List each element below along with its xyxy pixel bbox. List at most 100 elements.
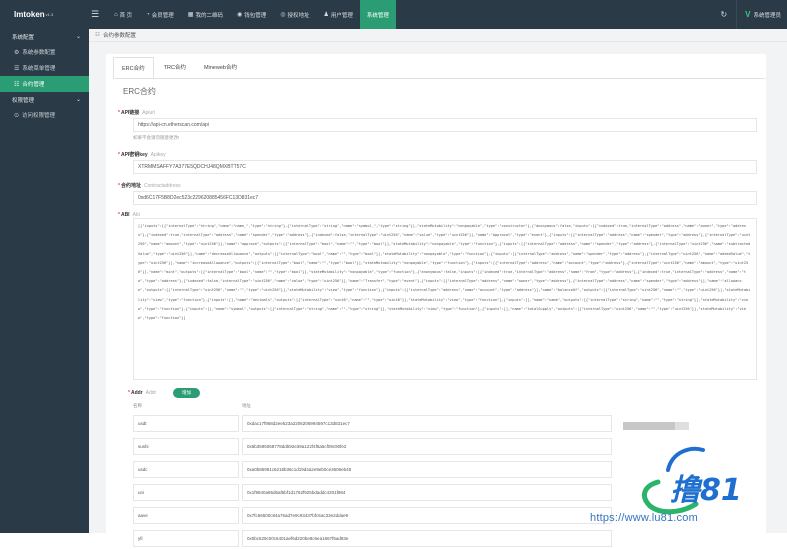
brand-logo[interactable]: Imtoken v1.3 xyxy=(0,0,89,29)
token-name-input[interactable]: aave xyxy=(133,507,239,524)
top-nav-item[interactable]: ⌂ 首 页 xyxy=(107,0,139,29)
sidebar-list-system: ⚙ 系统参数配置 ☰ 系统菜单管理 ☷ 合约管理 xyxy=(0,44,89,92)
sidebar: 系统配置 ⌄ ⚙ 系统参数配置 ☰ 系统菜单管理 ☷ 合约管理 权限管理 ⌄ ⊙ 访问权限管… xyxy=(0,29,89,533)
record-icon: ◉ xyxy=(236,12,243,18)
target-icon: ◎ xyxy=(280,12,286,18)
top-nav-label: 我的二维码 xyxy=(195,12,223,19)
required-mark: * xyxy=(118,183,120,189)
top-nav-item[interactable]: ◔ 会员管理 xyxy=(139,0,181,29)
sidebar-item[interactable]: ⚙ 系统参数配置 xyxy=(0,44,89,60)
required-mark: * xyxy=(128,390,130,396)
sidebar-group-permission[interactable]: 权限管理 ⌄ xyxy=(0,92,89,107)
topbar-right: ↻ V 系统管理员 xyxy=(711,0,787,29)
contract-tab[interactable]: ERC合约 xyxy=(113,57,154,79)
contract-tabs: ERC合约 TRC合约 Mineweb合约 xyxy=(113,57,247,79)
user-icon: ♟ xyxy=(323,12,329,18)
contract-address-label-en: Contractaddress xyxy=(143,183,181,189)
top-nav: ⌂ 首 页 ◔ 会员管理 ▦ 我的二维码 ◉ 钱包管理 ◎ 授权地址 ♟ 用户管理 系统管理 xyxy=(107,0,396,29)
sidebar-group-system[interactable]: 系统配置 ⌄ xyxy=(0,29,89,44)
admin-menu[interactable]: V 系统管理员 xyxy=(736,0,787,29)
watermark-logo-text: 撸81 xyxy=(670,473,742,508)
gear-icon: ⚙ xyxy=(14,49,20,56)
home-icon: ⌂ xyxy=(114,11,118,18)
chevron-down-icon: ⌄ xyxy=(75,34,81,40)
contract-tab[interactable]: TRC合约 xyxy=(156,57,194,79)
required-mark: * xyxy=(118,212,120,218)
section-title: ERC合约 xyxy=(123,87,156,96)
top-nav-label: 会员管理 xyxy=(151,12,174,19)
contract-address-input[interactable]: 0xd6C17F5B8D2ec523c229620885456FC13D831e… xyxy=(133,191,757,205)
tab-divider xyxy=(113,78,765,79)
token-name-input[interactable]: uni xyxy=(133,484,239,501)
token-name-input[interactable]: usdc xyxy=(133,461,239,478)
add-address-button[interactable]: 增加 xyxy=(173,388,200,398)
required-mark: * xyxy=(118,152,120,158)
required-mark: * xyxy=(118,110,120,116)
top-nav-item[interactable]: 系统管理 xyxy=(359,0,396,29)
api-url-label-text: API链接 xyxy=(120,110,140,116)
token-address-input[interactable]: 0x6b3595068778dd592e39a122f4f5a5cf09c90f… xyxy=(242,438,612,455)
api-key-input[interactable]: XTRMMSAFFY7A377E5QDCHJ48QMXBTT57C xyxy=(133,160,757,174)
chevron-down-icon: ⌄ xyxy=(75,97,81,103)
brand-name: Imtoken xyxy=(14,10,45,19)
watermark-url: https://www.lu81.com xyxy=(590,512,698,524)
top-navbar: Imtoken v1.3 ☰ ⌂ 首 页 ◔ 会员管理 ▦ 我的二维码 ◉ 钱包管理 ◎ 授权地址 ♟… xyxy=(0,0,787,29)
sidebar-item-label: 合约管理 xyxy=(22,82,45,88)
sidebar-item-label: 访问权限管理 xyxy=(22,113,56,119)
top-nav-label: 用户管理 xyxy=(330,12,353,19)
breadcrumb: ☷ 合约参数配置 xyxy=(89,29,787,42)
sidebar-list-permission: ⊙ 访问权限管理 xyxy=(0,107,89,123)
addr-label-text: Addr xyxy=(130,390,143,396)
top-nav-label: 授权地址 xyxy=(287,12,310,19)
addr-label: *Addr Addr xyxy=(128,390,156,396)
top-nav-item[interactable]: ♟ 用户管理 xyxy=(317,0,360,29)
abi-textarea[interactable]: [{"inputs":[{"internalType":"string","na… xyxy=(133,218,757,380)
api-key-label: *API密钥key Apikey xyxy=(118,151,166,158)
admin-label: 系统管理员 xyxy=(753,12,781,19)
sidebar-item[interactable]: ⊙ 访问权限管理 xyxy=(0,107,89,123)
sidebar-item-label: 系统菜单管理 xyxy=(22,66,56,72)
api-url-label: *API链接 Apiurl xyxy=(118,109,155,116)
contract-address-label: *合约地址 Contractaddress xyxy=(118,182,181,189)
api-key-label-en: Apikey xyxy=(150,152,166,158)
abi-label-text: ABI xyxy=(120,212,130,218)
token-name-input[interactable]: usdt xyxy=(133,415,239,432)
watermark-blur xyxy=(623,422,675,430)
top-nav-label: 系统管理 xyxy=(366,12,389,19)
token-address-input[interactable]: 0x1f9840a85d5af5bf1d1762f925bdaddc4201f9… xyxy=(242,484,612,501)
sidebar-group-label: 系统配置 xyxy=(12,34,35,41)
top-nav-item[interactable]: ◉ 钱包管理 xyxy=(230,0,273,29)
circle-icon: ◔ xyxy=(146,11,150,18)
token-name-input[interactable]: sushi xyxy=(133,438,239,455)
sidebar-item[interactable]: ☷ 合约管理 xyxy=(0,76,89,92)
api-key-label-text: API密钥key xyxy=(120,152,148,158)
top-nav-label: 钱包管理 xyxy=(244,12,267,19)
qrcode-icon: ▦ xyxy=(187,12,194,18)
contract-address-label-text: 合约地址 xyxy=(120,183,141,189)
contract-icon: ☷ xyxy=(14,81,20,88)
top-nav-item[interactable]: ◎ 授权地址 xyxy=(273,0,316,29)
menu-toggle-icon[interactable]: ☰ xyxy=(89,9,101,20)
shield-icon: ⊙ xyxy=(14,112,20,119)
token-address-input[interactable]: 0x7fc66500c84a76ad7e9c93437bfc5ac33e2dda… xyxy=(242,507,612,524)
column-header-name: 名称 xyxy=(133,403,142,408)
token-address-input[interactable]: 0xdac17f958d2ee523a2206206994597c13d831e… xyxy=(242,415,612,432)
admin-logo-icon: V xyxy=(745,10,751,19)
brand-version: v1.3 xyxy=(45,12,54,17)
refresh-icon[interactable]: ↻ xyxy=(711,10,736,19)
token-address-input[interactable]: 0xa0b86991c6218b36c1d19d4a2e9eb0ce3606eb… xyxy=(242,461,612,478)
api-url-label-en: Apiurl xyxy=(142,110,156,116)
sidebar-group-label: 权限管理 xyxy=(12,97,35,104)
addr-label-en: Addr xyxy=(145,390,157,396)
menu-icon: ☰ xyxy=(14,65,20,72)
api-url-input[interactable]: https://api-cn.etherscan.com/api xyxy=(133,118,757,132)
breadcrumb-label: 合约参数配置 xyxy=(102,33,136,39)
column-header-address: 地址 xyxy=(242,403,251,408)
sidebar-item[interactable]: ☰ 系统菜单管理 xyxy=(0,60,89,76)
watermark-blur xyxy=(675,422,689,430)
top-nav-label: 首 页 xyxy=(119,12,133,19)
breadcrumb-icon: ☷ xyxy=(95,32,100,38)
contract-tab[interactable]: Mineweb合约 xyxy=(196,57,245,79)
sidebar-item-label: 系统参数配置 xyxy=(22,50,56,56)
top-nav-item[interactable]: ▦ 我的二维码 xyxy=(181,0,230,29)
